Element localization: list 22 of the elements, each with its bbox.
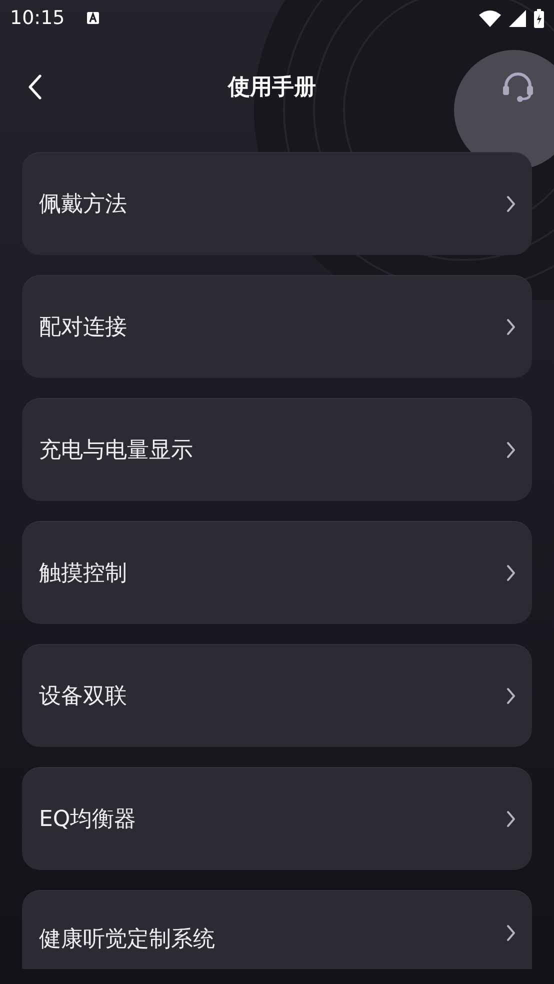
headset-icon[interactable]: [502, 72, 534, 102]
menu-item[interactable]: 触摸控制: [22, 521, 532, 624]
chevron-icon: [506, 440, 516, 458]
wifi-icon: [479, 10, 501, 26]
status-time: 10:15: [10, 7, 65, 29]
menu-item[interactable]: 设备双联: [22, 644, 532, 747]
battery-icon: [534, 8, 544, 28]
menu-item[interactable]: 配对连接: [22, 275, 532, 378]
notification-icon: [86, 12, 99, 24]
chevron-icon: [506, 924, 516, 942]
signal-icon: [509, 10, 526, 26]
chevron-icon: [506, 564, 516, 582]
menu-item[interactable]: 健康听觉定制系统: [22, 890, 532, 969]
chevron-icon: [506, 194, 516, 212]
page-title: 使用手册: [226, 74, 317, 102]
menu-item[interactable]: 佩戴方法: [22, 152, 532, 255]
chevron-icon: [506, 810, 516, 828]
back-icon[interactable]: [28, 74, 42, 100]
menu-item[interactable]: 充电与电量显示: [22, 398, 532, 501]
chevron-icon: [506, 318, 516, 336]
menu-item[interactable]: EQ均衡器: [22, 767, 532, 870]
chevron-icon: [506, 686, 516, 704]
